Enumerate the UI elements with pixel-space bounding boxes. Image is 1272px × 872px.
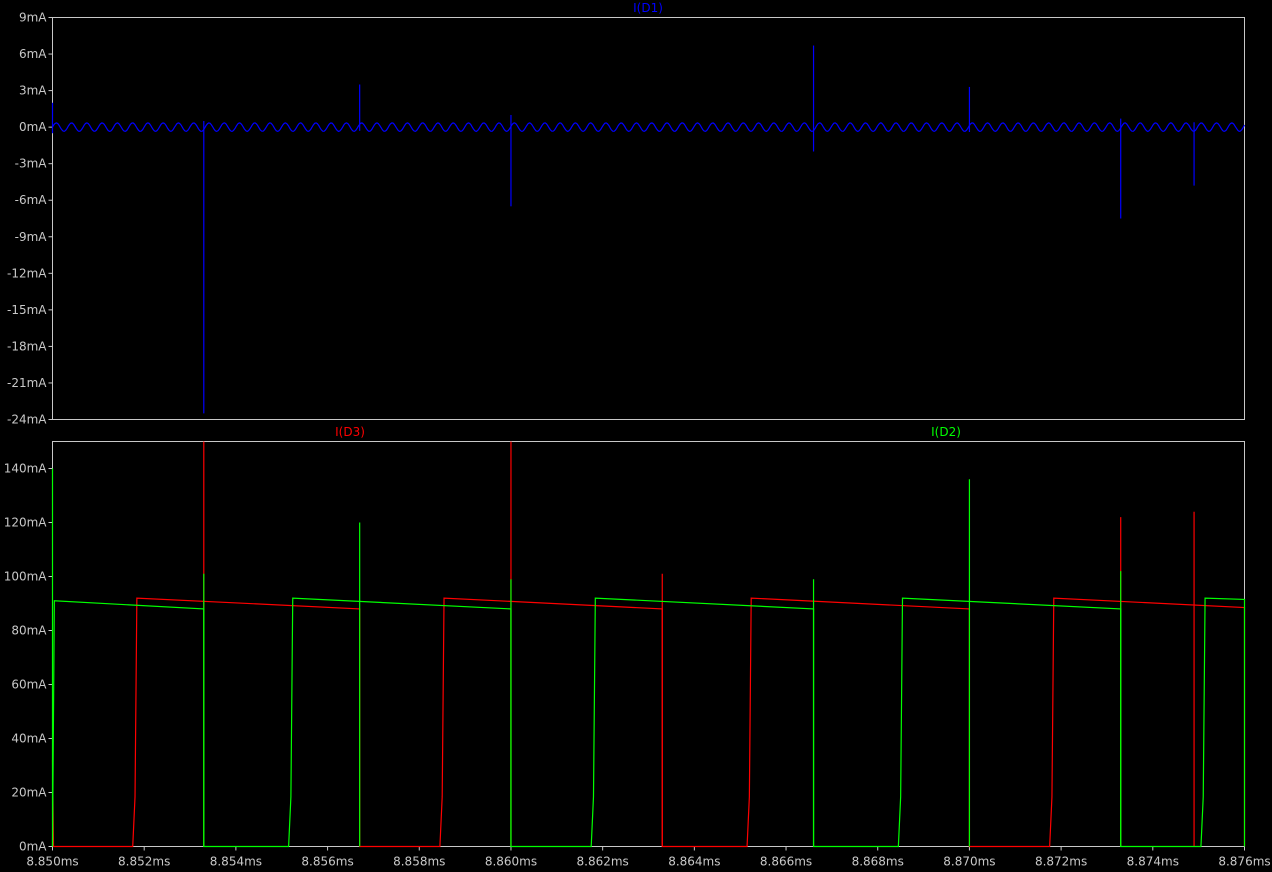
x-tick-label: 8.858ms <box>393 855 445 869</box>
y-tick-label: -15mA <box>7 303 47 317</box>
y-tick-label: 6mA <box>19 47 47 61</box>
y-tick-label: 80mA <box>11 624 47 638</box>
y-tick-label: -18mA <box>7 339 47 353</box>
x-tick-label: 8.876ms <box>1218 855 1270 869</box>
y-tick-label: -24mA <box>7 413 47 427</box>
x-axis: 8.850ms 8.852ms 8.854ms 8.856ms 8.858ms 8.860… <box>26 846 1271 869</box>
trace-title-i-d2[interactable]: I(D2) <box>931 425 961 439</box>
x-tick-label: 8.872ms <box>1035 855 1087 869</box>
x-tick-label: 8.868ms <box>852 855 904 869</box>
y-tick-label: 100mA <box>4 570 48 584</box>
y-tick-label: 60mA <box>11 678 47 692</box>
y-axis: 9mA 6mA 3mA 0mA -3mA -6mA -9mA -12mA -15mA -18mA -… <box>7 11 53 427</box>
pane-frame <box>52 17 1245 420</box>
x-tick-label: 8.852ms <box>118 855 170 869</box>
y-tick-label: 9mA <box>19 11 47 25</box>
y-tick-label: 40mA <box>11 732 47 746</box>
x-tick-label: 8.854ms <box>210 855 262 869</box>
y-tick-label: -6mA <box>15 193 48 207</box>
x-tick-label: 8.860ms <box>485 855 537 869</box>
trace-title-i-d3[interactable]: I(D3) <box>335 425 365 439</box>
waveform-viewer: I(D1) 9mA 6mA 3mA 0mA -3mA -6mA -9mA -12mA -15mA… <box>4 1 1271 869</box>
y-tick-label: -21mA <box>7 376 47 390</box>
y-tick-label: 140mA <box>4 462 48 476</box>
pane-frame <box>52 441 1245 847</box>
y-tick-label: 0mA <box>19 120 47 134</box>
x-tick-label: 8.856ms <box>301 855 353 869</box>
y-tick-label: 20mA <box>11 786 47 800</box>
x-tick-label: 8.874ms <box>1127 855 1179 869</box>
y-tick-label: -12mA <box>7 266 47 280</box>
trace-title-i-d1[interactable]: I(D1) <box>633 1 663 15</box>
y-tick-label: 3mA <box>19 84 47 98</box>
x-tick-label: 8.864ms <box>668 855 720 869</box>
pane-i-d3-i-d2: I(D3) I(D2) 140mA 120mA 100mA 80mA 60mA 40mA 2… <box>4 425 1271 869</box>
y-tick-label: -9mA <box>15 230 48 244</box>
y-tick-label: 0mA <box>19 840 47 854</box>
trace-i-d2 <box>51 597 1246 848</box>
plot-area[interactable] <box>51 441 1246 848</box>
trace-i-d3 <box>51 597 1246 848</box>
trace-i-d1 <box>51 122 1246 133</box>
y-tick-label: -3mA <box>15 157 48 171</box>
x-tick-label: 8.862ms <box>577 855 629 869</box>
x-tick-label: 8.850ms <box>26 855 78 869</box>
y-tick-label: 120mA <box>4 516 48 530</box>
pane-i-d1: I(D1) 9mA 6mA 3mA 0mA -3mA -6mA -9mA -12mA -15mA… <box>7 1 1246 427</box>
y-axis: 140mA 120mA 100mA 80mA 60mA 40mA 20mA 0mA <box>4 462 53 854</box>
plot-area[interactable] <box>51 45 1246 414</box>
x-tick-label: 8.870ms <box>943 855 995 869</box>
x-tick-label: 8.866ms <box>760 855 812 869</box>
